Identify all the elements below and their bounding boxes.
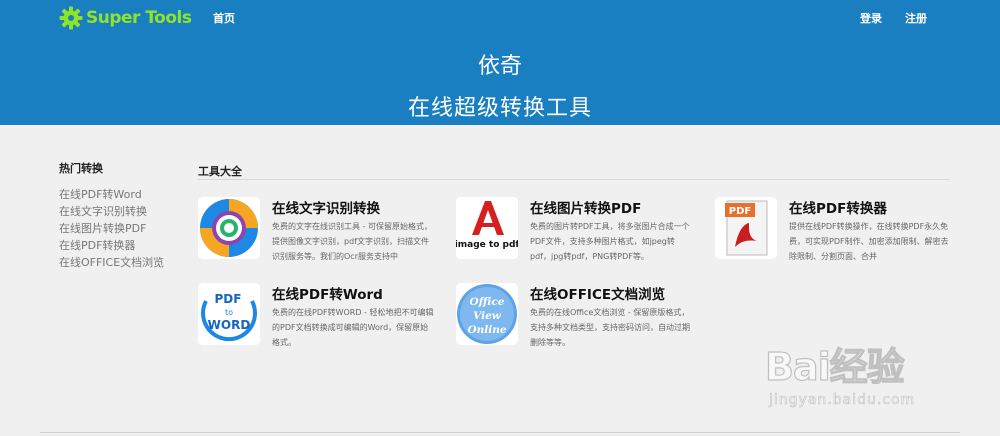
pdf-document-icon: PDF bbox=[725, 200, 768, 256]
tool-title[interactable]: 在线文字识别转换 bbox=[272, 197, 380, 217]
logo[interactable]: Super Tools bbox=[59, 4, 192, 32]
hero-subtitle: 在线超级转换工具 bbox=[407, 96, 592, 121]
tool-title[interactable]: 在线图片转换PDF bbox=[530, 197, 641, 217]
header-banner: Super Tools 首页 登录 注册 依奇 在线超级转换工具 bbox=[0, 0, 1000, 125]
office-view-online-icon: Office View Online bbox=[457, 284, 517, 344]
tools-heading: 工具大全 bbox=[198, 165, 242, 178]
tool-description: 免费的图片转PDF工具，将多张图片合成一个PDF文件，支持多种图片格式，如jpe… bbox=[530, 222, 690, 261]
tool-title[interactable]: 在线PDF转Word bbox=[272, 283, 383, 303]
tool-description: 免费的在线PDF转WORD - 轻松地把不可编辑的PDF文档转换成可编辑的Wor… bbox=[272, 308, 434, 347]
office-icon-line-3: Online bbox=[467, 324, 506, 336]
sidebar-item-office-viewer[interactable]: 在线OFFICE文档浏览 bbox=[59, 254, 189, 271]
watermark-main-text: Bai经验 bbox=[764, 344, 905, 389]
sidebar-item-ocr[interactable]: 在线文字识别转换 bbox=[59, 203, 189, 220]
office-icon-line-1: Office bbox=[470, 296, 505, 308]
ocr-icon bbox=[200, 199, 258, 257]
sidebar-heading: 热门转换 bbox=[59, 162, 103, 175]
tool-icon-box: PDF bbox=[715, 197, 777, 259]
office-icon-line-2: View bbox=[473, 310, 502, 322]
nav-home-link[interactable]: 首页 bbox=[213, 10, 235, 26]
watermark-url-text: jingyan.baidu.com bbox=[769, 392, 916, 409]
sidebar: 热门转换 在线PDF转Word 在线文字识别转换 在线图片转换PDF 在线PDF… bbox=[59, 160, 189, 271]
login-link[interactable]: 登录 bbox=[860, 10, 882, 26]
sidebar-item-image-to-pdf[interactable]: 在线图片转换PDF bbox=[59, 220, 189, 237]
tool-card-pdf-converter[interactable]: PDF 在线PDF转换器 提供在线PDF转换操作，在线转换PDF永久免费，可实现… bbox=[715, 197, 955, 265]
sidebar-item-pdf-to-word[interactable]: 在线PDF转Word bbox=[59, 186, 189, 203]
tool-title[interactable]: 在线PDF转换器 bbox=[789, 197, 887, 217]
baidu-jingyan-watermark: Bai经验 jingyan.baidu.com bbox=[764, 336, 985, 416]
tool-icon-box: PDF to WORD bbox=[198, 283, 260, 345]
tool-title[interactable]: 在线OFFICE文档浏览 bbox=[530, 283, 665, 303]
tool-card-office-viewer[interactable]: Office View Online 在线OFFICE文档浏览 免费的在线Off… bbox=[456, 283, 696, 351]
tool-card-ocr[interactable]: 在线文字识别转换 免费的文字在线识别工具 - 可保留原始格式，提供图像文字识别，… bbox=[198, 197, 438, 265]
tools-heading-bar: 工具大全 bbox=[198, 160, 950, 180]
logo-text: Super Tools bbox=[86, 8, 192, 28]
navbar: Super Tools 首页 登录 注册 bbox=[0, 0, 1000, 36]
tool-card-pdf-to-word[interactable]: PDF to WORD 在线PDF转Word 免费的在线PDF转WORD - 轻… bbox=[198, 283, 438, 351]
hero-title: 依奇 bbox=[477, 54, 522, 79]
tool-icon-box: Office View Online bbox=[456, 283, 518, 345]
pdf-to-word-line-1: PDF bbox=[215, 292, 242, 306]
image-to-pdf-icon-text: image to pdf bbox=[456, 240, 518, 250]
pdf-to-word-icon: PDF to WORD bbox=[198, 283, 260, 345]
tool-icon-box: image to pdf bbox=[456, 197, 518, 259]
pdf-to-word-line-3: WORD bbox=[208, 318, 251, 332]
footer-divider bbox=[40, 432, 960, 433]
tool-icon-box bbox=[198, 197, 260, 259]
pdf-badge-text: PDF bbox=[729, 206, 751, 217]
register-link[interactable]: 注册 bbox=[905, 10, 927, 26]
gear-icon bbox=[59, 6, 83, 30]
image-to-pdf-icon: image to pdf bbox=[456, 197, 518, 259]
tool-description: 免费的文字在线识别工具 - 可保留原始格式，提供图像文字识别，pdf文字识别，扫… bbox=[272, 222, 432, 261]
tool-card-image-to-pdf[interactable]: image to pdf 在线图片转换PDF 免费的图片转PDF工具，将多张图片… bbox=[456, 197, 696, 265]
tool-description: 提供在线PDF转换操作，在线转换PDF永久免费，可实现PDF制作、加密添加限制、… bbox=[789, 222, 949, 261]
pdf-to-word-line-2: to bbox=[225, 308, 233, 317]
tool-description: 免费的在线Office文档浏览 - 保留原版格式，支持多种文档类型，支持密码访问… bbox=[530, 308, 690, 347]
sidebar-item-pdf-converter[interactable]: 在线PDF转换器 bbox=[59, 237, 189, 254]
